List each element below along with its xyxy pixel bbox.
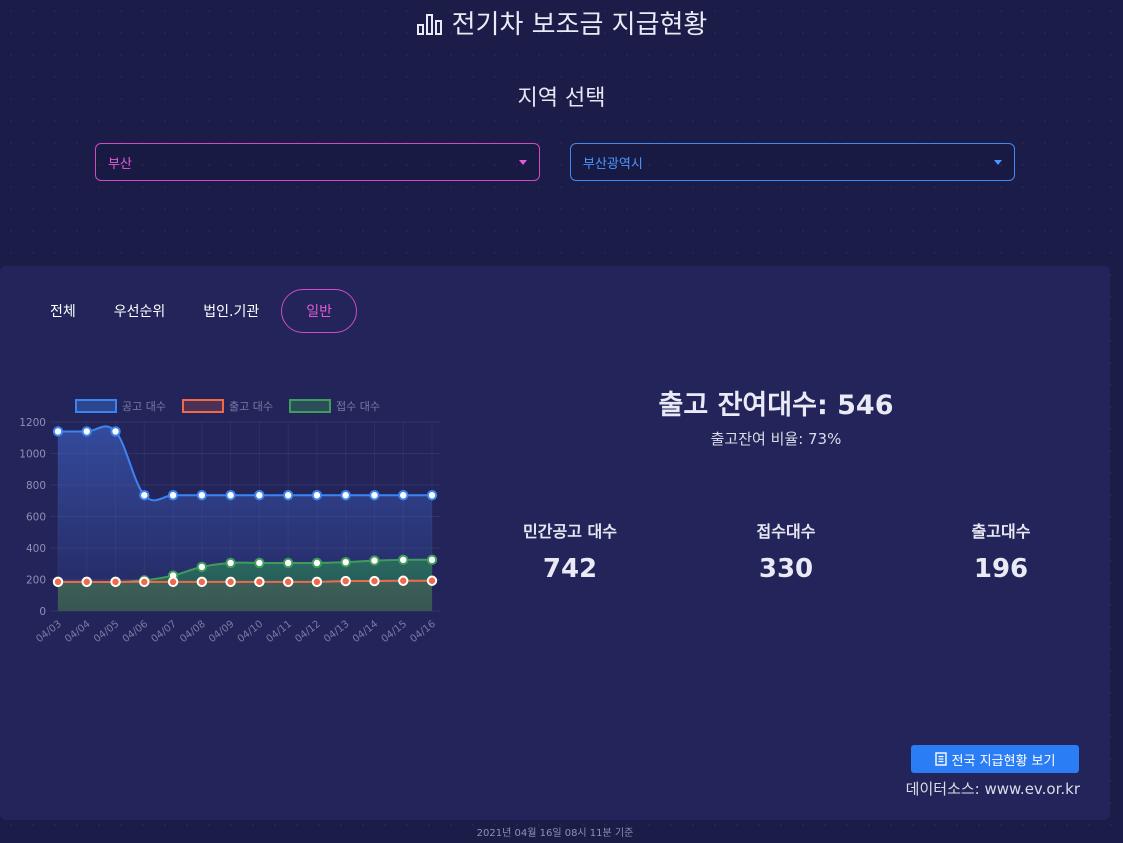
national-status-button[interactable]: 전국 지급현황 보기 xyxy=(911,745,1079,773)
data-point xyxy=(167,576,179,588)
caret-down-icon xyxy=(994,160,1002,165)
x-tick-label: 04/08 xyxy=(178,619,207,645)
page-title-text: 전기차 보조금 지급현황 xyxy=(451,10,708,40)
data-source: 데이터소스: www.ev.or.kr xyxy=(905,780,1080,798)
data-point xyxy=(426,554,438,566)
x-tick-label: 04/10 xyxy=(236,619,265,645)
data-point xyxy=(282,490,294,501)
data-point xyxy=(225,576,236,588)
data-point xyxy=(196,561,208,573)
legend-swatch xyxy=(289,399,331,413)
stat-label: 민간공고 대수 xyxy=(523,522,617,541)
x-tick-label: 04/05 xyxy=(92,619,121,645)
x-tick-label: 04/03 xyxy=(34,619,63,645)
data-point xyxy=(369,490,380,501)
legend-label: 접수 대수 xyxy=(336,400,380,413)
data-point xyxy=(311,576,323,588)
data-point xyxy=(110,576,121,588)
legend-swatch xyxy=(75,399,117,413)
city-select-value: 부산광역시 xyxy=(583,156,643,172)
timestamp: 2021년 04월 16일 08시 11분 기준 xyxy=(476,828,634,839)
data-point xyxy=(139,490,150,501)
data-point xyxy=(340,490,351,501)
data-point xyxy=(139,576,150,588)
x-tick-label: 04/07 xyxy=(149,619,178,645)
stat-value: 742 xyxy=(542,554,598,584)
data-point xyxy=(282,576,294,588)
data-point xyxy=(398,490,409,501)
stat-value: 330 xyxy=(758,554,814,584)
data-point xyxy=(311,490,323,501)
data-point xyxy=(426,575,438,586)
remaining-count: 출고 잔여대수: 546 xyxy=(658,390,894,421)
x-tick-label: 04/14 xyxy=(351,619,380,645)
status-panel: 전체 우선순위 법인.기관 일반 0 200 400 600 800 1000 1200 04… xyxy=(0,266,1110,820)
x-tick-label: 04/16 xyxy=(408,619,437,645)
tab-priority[interactable]: 우선순위 xyxy=(98,289,182,333)
x-tick-label: 04/15 xyxy=(380,619,409,645)
data-point xyxy=(196,490,208,501)
tab-all[interactable]: 전체 xyxy=(34,289,92,333)
region-select-title: 지역 선택 xyxy=(517,86,606,111)
province-select-value: 부산 xyxy=(108,156,132,172)
y-tick-label: 400 xyxy=(26,543,46,555)
data-point xyxy=(254,490,265,501)
data-point xyxy=(196,576,208,588)
data-point xyxy=(398,554,409,566)
y-tick-label: 800 xyxy=(26,480,46,492)
national-status-button-label: 전국 지급현황 보기 xyxy=(951,753,1056,769)
data-point xyxy=(282,557,294,569)
subsidy-line-chart: 02004006008001000120004/03 04/04 04/05 04/0… xyxy=(19,399,440,645)
data-point xyxy=(81,426,92,437)
y-tick-label: 200 xyxy=(26,575,46,587)
data-point xyxy=(340,556,351,568)
x-tick-label: 04/06 xyxy=(121,619,150,645)
bar-chart-icon xyxy=(416,13,442,35)
remaining-summary: 출고 잔여대수: 546 출고잔여 비율: 73% xyxy=(580,383,972,449)
data-point xyxy=(369,575,380,587)
data-point xyxy=(52,426,64,437)
data-point xyxy=(225,490,236,501)
city-select[interactable]: 부산광역시 xyxy=(570,143,1015,181)
page-title: 전기차 보조금 지급현황 xyxy=(0,4,1123,41)
caret-down-icon xyxy=(519,160,527,165)
data-point xyxy=(398,575,409,586)
x-tick-label: 04/12 xyxy=(293,619,322,645)
data-point xyxy=(254,576,265,588)
stat-delivered: 출고대수 196 xyxy=(901,518,1101,584)
y-tick-label: 0 xyxy=(39,606,46,618)
province-select[interactable]: 부산 xyxy=(95,143,540,181)
x-tick-label: 04/04 xyxy=(63,619,92,645)
stat-label: 접수대수 xyxy=(756,522,816,541)
document-icon xyxy=(934,752,947,766)
category-tabs: 전체 우선순위 법인.기관 일반 xyxy=(34,289,363,333)
data-point xyxy=(52,576,64,588)
data-point xyxy=(225,557,236,569)
data-point xyxy=(110,426,121,437)
stat-private-announce: 민간공고 대수 742 xyxy=(470,518,670,584)
y-tick-label: 1000 xyxy=(19,449,46,461)
y-tick-label: 1200 xyxy=(19,417,46,429)
remaining-ratio: 출고잔여 비율: 73% xyxy=(710,430,842,448)
data-point xyxy=(167,490,179,501)
y-tick-label: 600 xyxy=(26,512,46,524)
data-point xyxy=(311,557,323,569)
x-tick-label: 04/13 xyxy=(322,619,351,645)
data-point xyxy=(81,576,92,588)
stat-value: 196 xyxy=(973,554,1029,584)
stat-received: 접수대수 330 xyxy=(686,518,886,584)
stat-label: 출고대수 xyxy=(971,522,1031,541)
x-tick-label: 04/11 xyxy=(265,619,294,645)
data-point xyxy=(254,557,265,569)
tab-corporate[interactable]: 법인.기관 xyxy=(187,289,275,333)
x-tick-label: 04/09 xyxy=(207,619,236,645)
legend-label: 공고 대수 xyxy=(122,400,166,413)
data-point xyxy=(369,555,380,566)
legend-swatch xyxy=(182,399,224,413)
tab-general[interactable]: 일반 xyxy=(281,289,358,333)
legend-label: 출고 대수 xyxy=(229,400,273,413)
data-point xyxy=(340,575,351,587)
data-point xyxy=(426,490,438,501)
